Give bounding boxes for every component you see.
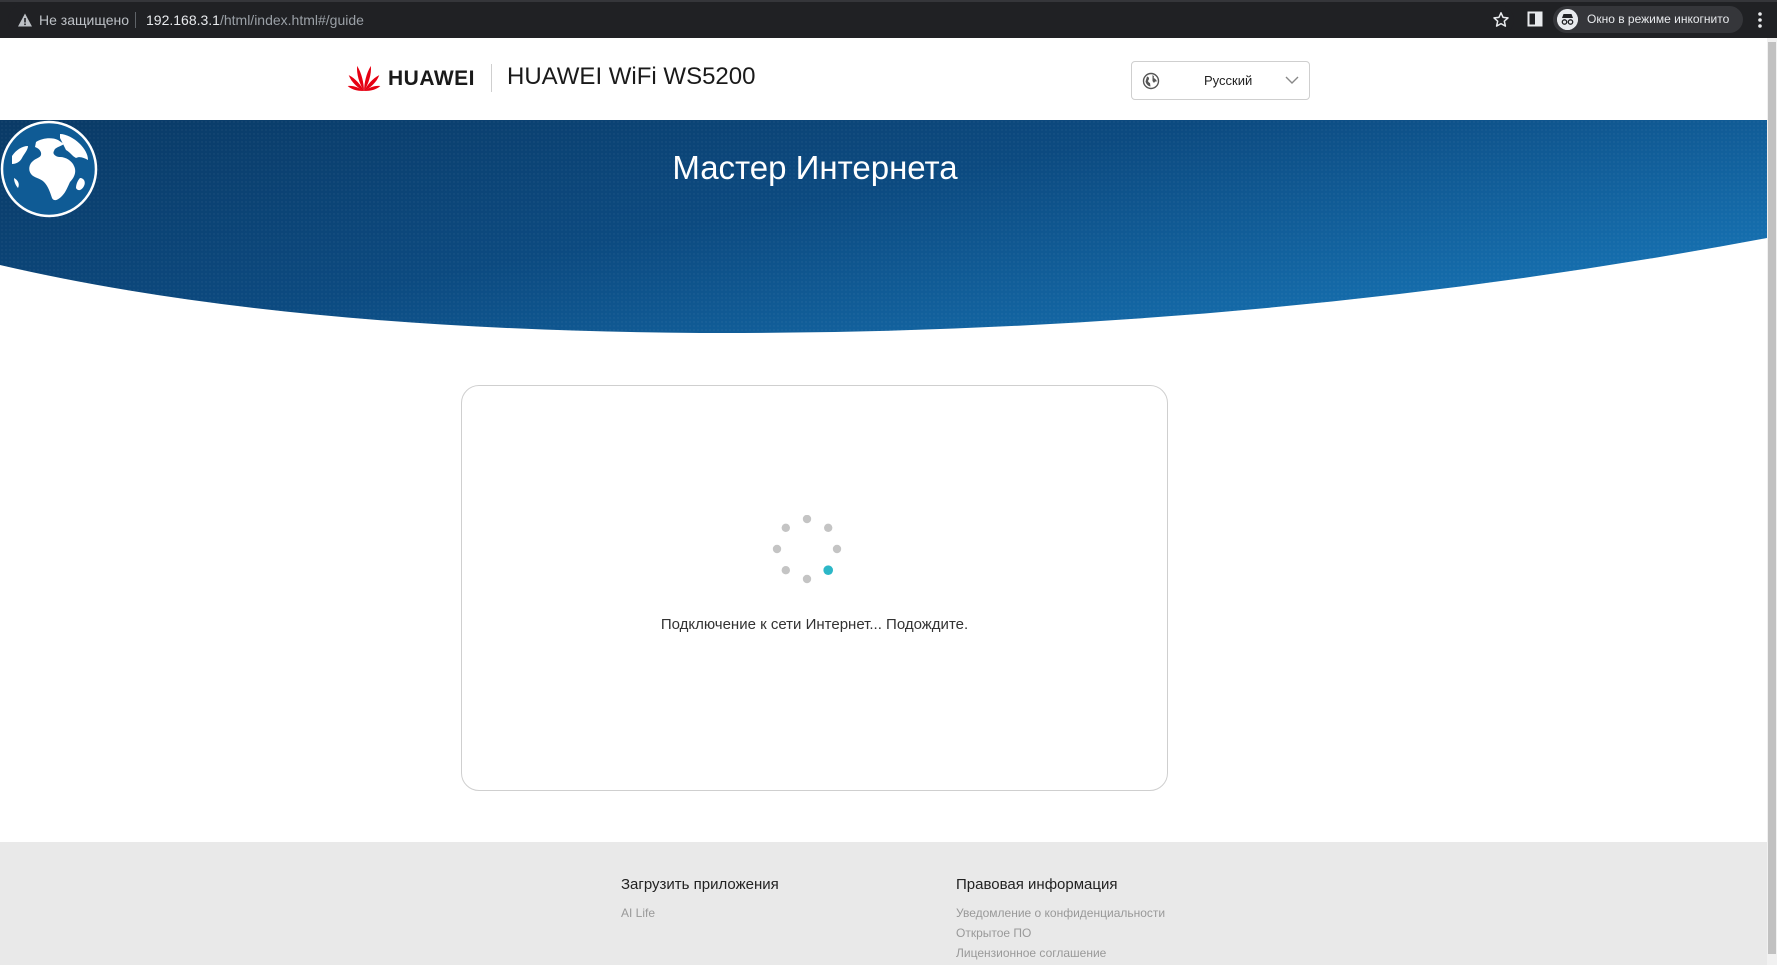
side-panel-icon[interactable]: [1527, 11, 1543, 27]
wizard-banner: Мастер Интернета: [0, 120, 1767, 335]
page-footer: Загрузить приложения AI Life Правовая ин…: [0, 842, 1767, 965]
loading-spinner-icon: [772, 515, 842, 584]
scrollbar-thumb[interactable]: [1768, 42, 1776, 954]
language-value: Русский: [1204, 73, 1253, 88]
footer-legal-heading: Правовая информация: [956, 876, 1118, 893]
incognito-label: Окно в режиме инкогнито: [1587, 12, 1730, 26]
globe-small-icon: [1142, 72, 1160, 90]
warning-icon[interactable]: [17, 12, 33, 28]
url-path: /html/index.html#/guide: [219, 12, 364, 28]
globe-icon: [0, 120, 98, 218]
browser-menu-icon[interactable]: [1757, 11, 1763, 29]
page-header: HUAWEI HUAWEI WiFi WS5200 Русский: [0, 38, 1767, 120]
bookmark-star-icon[interactable]: [1492, 11, 1510, 29]
incognito-icon: [1557, 9, 1578, 30]
url-host: 192.168.3.1: [146, 12, 220, 28]
huawei-logo-icon: [347, 65, 381, 92]
incognito-indicator[interactable]: Окно в режиме инкогнито: [1553, 6, 1743, 33]
footer-link-privacy[interactable]: Уведомление о конфиденциальности: [956, 903, 1165, 923]
footer-link-ai-life[interactable]: AI Life: [621, 903, 779, 923]
address-bar[interactable]: Не защищено 192.168.3.1/html/index.html#…: [8, 5, 1514, 35]
wizard-title: Мастер Интернета: [672, 149, 958, 186]
footer-apps-heading: Загрузить приложения: [621, 876, 779, 893]
footer-link-open-source[interactable]: Открытое ПО: [956, 923, 1165, 943]
url-text[interactable]: 192.168.3.1/html/index.html#/guide: [146, 12, 364, 28]
brand-wordmark: HUAWEI: [388, 67, 475, 90]
page-scrollbar[interactable]: [1767, 38, 1777, 965]
connection-status: Подключение к сети Интернет... Подождите…: [660, 616, 969, 633]
chevron-down-icon: [1285, 76, 1299, 84]
footer-link-license[interactable]: Лицензионное соглашение: [956, 943, 1165, 963]
footer-apps-column: Загрузить приложения AI Life: [621, 876, 779, 923]
security-status[interactable]: Не защищено: [39, 12, 129, 28]
browser-toolbar: Не защищено 192.168.3.1/html/index.html#…: [0, 0, 1777, 38]
header-divider: [491, 64, 492, 92]
language-select[interactable]: Русский: [1131, 61, 1310, 100]
tab-strip-edge: [0, 0, 1777, 2]
product-name: HUAWEI WiFi WS5200: [507, 63, 756, 90]
footer-legal-column: Правовая информация Уведомление о конфид…: [956, 876, 1165, 963]
wizard-card: Подключение к сети Интернет... Подождите…: [461, 385, 1168, 791]
address-divider: [135, 12, 136, 28]
